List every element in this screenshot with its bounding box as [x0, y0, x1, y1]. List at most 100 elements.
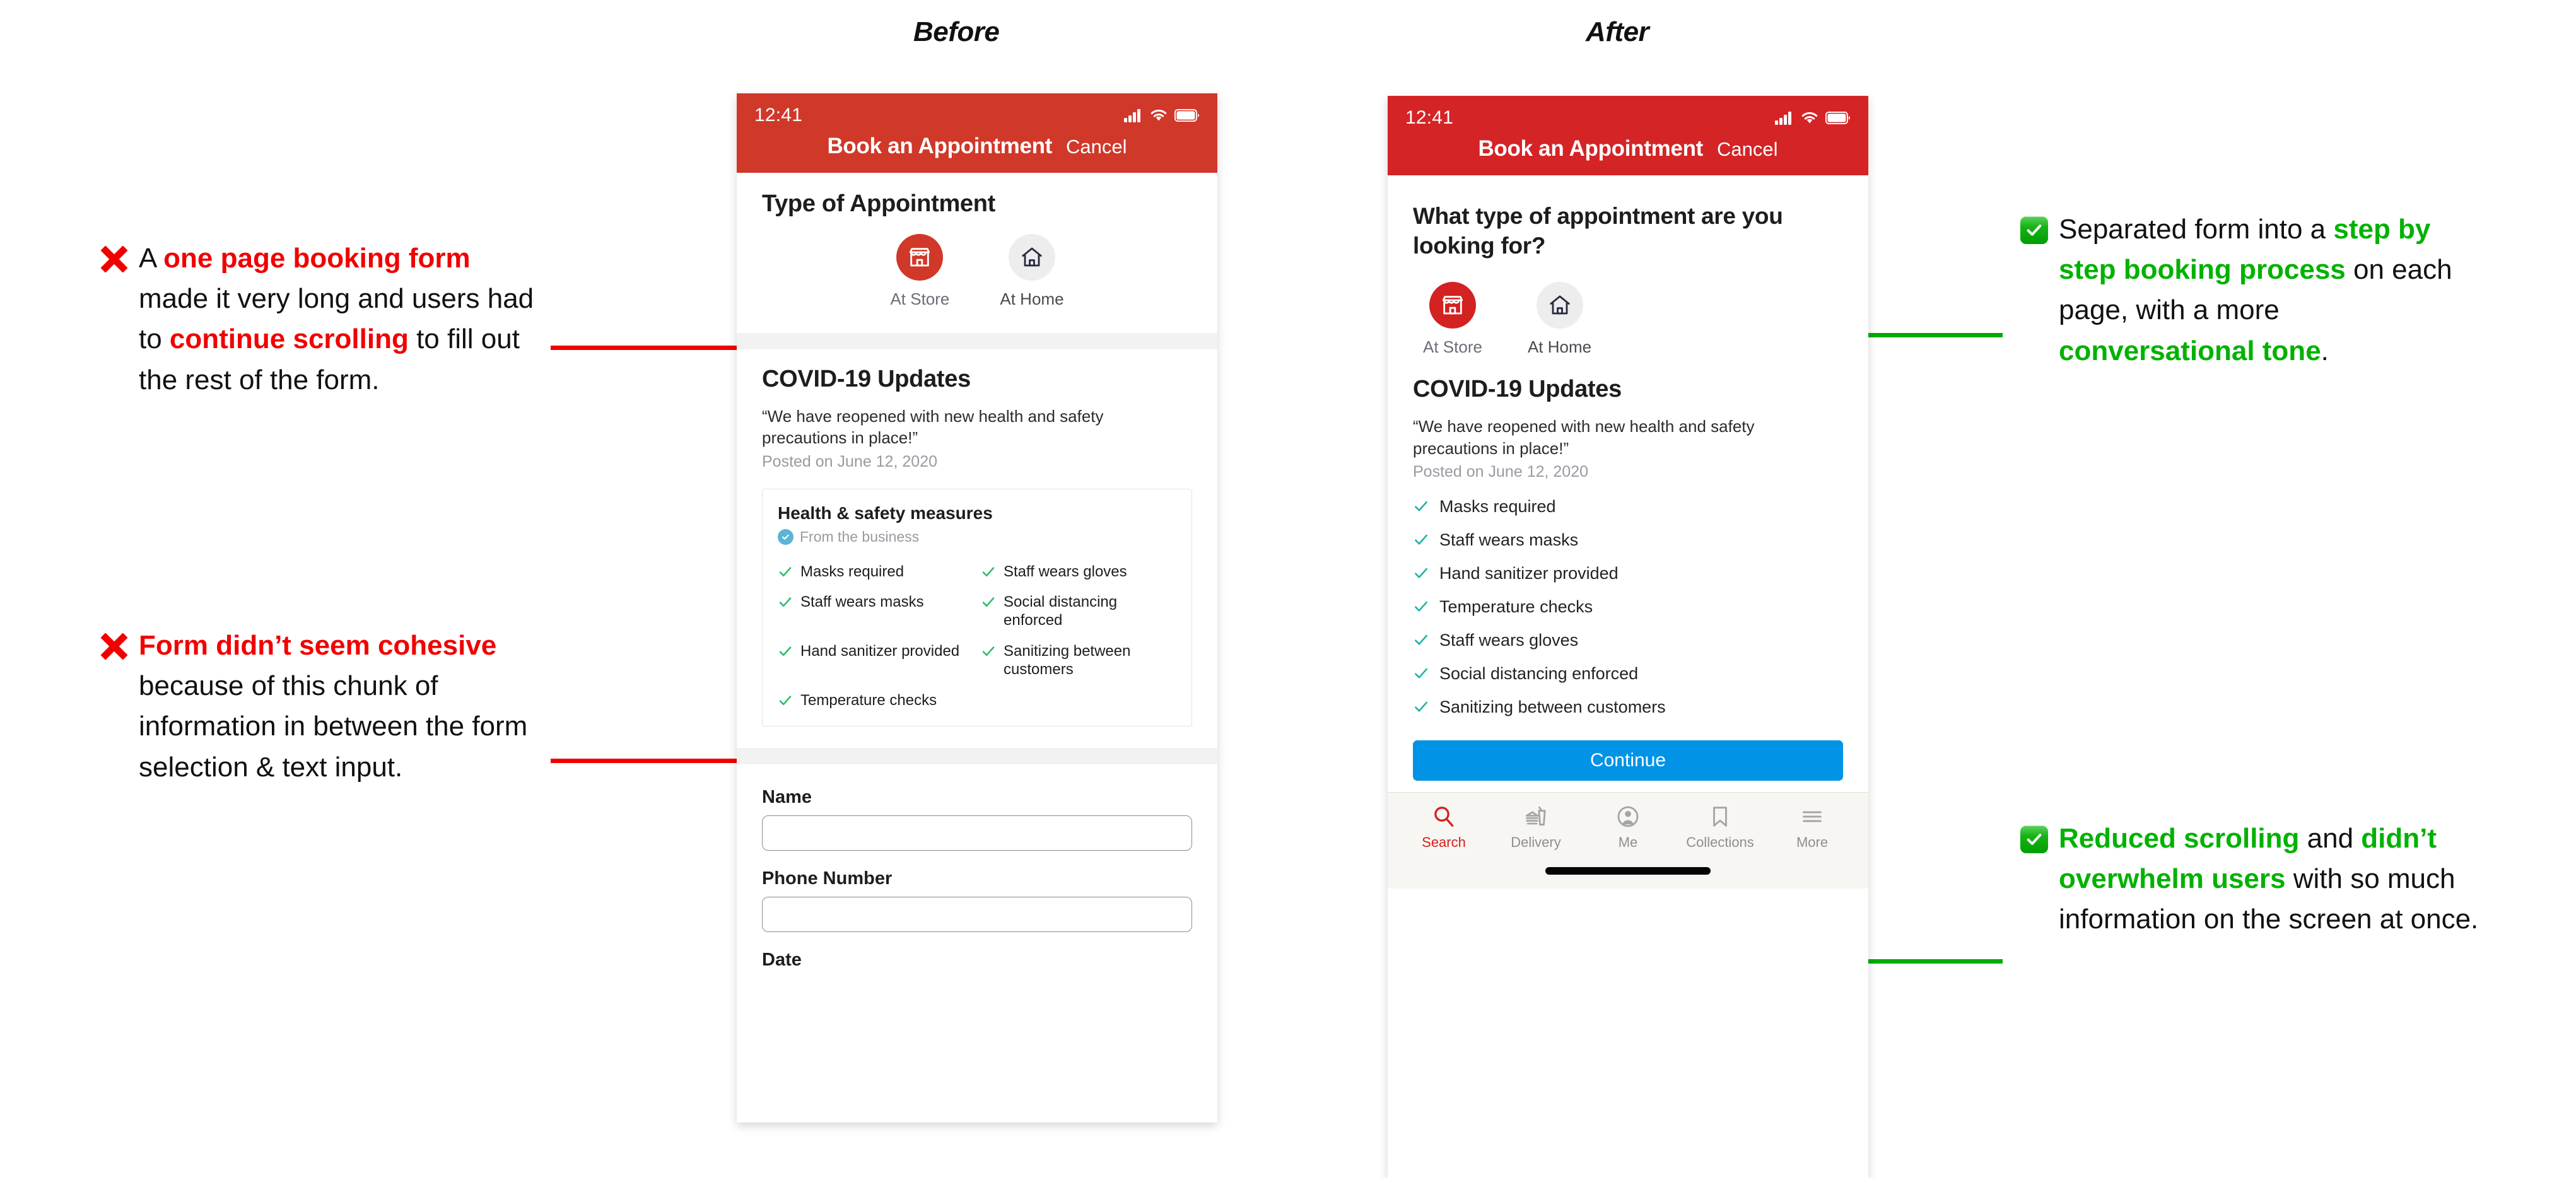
check-icon: [1413, 498, 1429, 515]
health-safety-item-label: Staff wears masks: [800, 593, 924, 611]
list-item: Temperature checks: [1413, 590, 1843, 624]
health-safety-item: Staff wears gloves: [981, 563, 1176, 581]
annotation-left-2-text: Form didn’t seem cohesive because of thi…: [139, 630, 528, 783]
list-item: Hand sanitizer provided: [1413, 557, 1843, 590]
check-icon: [778, 564, 793, 580]
before-covid-posted: Posted on June 12, 2020: [762, 452, 938, 470]
before-type-section: Type of Appointment At Store At Home: [737, 173, 1217, 333]
before-nav-title: Book an Appointment: [827, 134, 1053, 158]
tab-delivery[interactable]: Delivery: [1494, 804, 1578, 851]
battery-icon: [1825, 112, 1851, 124]
list-item: Masks required: [1413, 490, 1843, 523]
before-section-divider-1: [737, 333, 1217, 349]
before-field-phone: Phone Number: [762, 868, 1192, 933]
before-section-divider-2: [737, 748, 1217, 765]
tab-me[interactable]: Me: [1586, 804, 1670, 851]
after-screen: What type of appointment are you looking…: [1388, 175, 1868, 889]
check-icon: [778, 693, 793, 708]
annotation-right-1-text: Separated form into a step by step booki…: [2059, 214, 2452, 366]
after-type-label-at-home: At Home: [1527, 337, 1592, 357]
after-measures-list: Masks required Staff wears masks Hand sa…: [1413, 490, 1843, 724]
after-nav-title: Book an Appointment: [1478, 136, 1704, 161]
after-tab-bar: Search Delivery Me Collections More: [1388, 791, 1868, 856]
connector-line-left-2: [551, 753, 759, 769]
after-covid-posted: Posted on June 12, 2020: [1413, 462, 1589, 481]
health-safety-card: Health & safety measures From the busine…: [762, 488, 1192, 727]
before-cancel-button[interactable]: Cancel: [1066, 136, 1127, 158]
tab-more[interactable]: More: [1771, 804, 1854, 851]
health-safety-item-label: Staff wears gloves: [1004, 563, 1127, 580]
before-type-options: At Store At Home: [762, 234, 1192, 317]
health-safety-item: Social distancing enforced: [981, 593, 1176, 630]
battery-icon: [1174, 109, 1200, 122]
hamburger-menu-icon: [1800, 804, 1825, 829]
after-covid-quote: “We have reopened with new health and sa…: [1413, 417, 1755, 458]
check-icon: [1413, 699, 1429, 715]
annotation-left-1: A one page booking form made it very lon…: [96, 238, 537, 400]
check-icon: [778, 595, 793, 610]
list-item-label: Masks required: [1439, 496, 1556, 516]
list-item: Staff wears masks: [1413, 523, 1843, 557]
home-indicator: [1388, 855, 1868, 889]
tab-search[interactable]: Search: [1402, 804, 1485, 851]
before-field-label-phone: Phone Number: [762, 868, 893, 889]
annotation-left-2: Form didn’t seem cohesive because of thi…: [96, 626, 537, 788]
green-check-icon: [2016, 821, 2052, 858]
after-phone-mockup: 12:41 Book an Appointment Cancel What ty…: [1388, 96, 1868, 1178]
cellular-signal-icon: [1124, 108, 1143, 122]
tab-collections[interactable]: Collections: [1678, 804, 1762, 851]
check-icon: [1413, 532, 1429, 548]
health-safety-item-label: Temperature checks: [800, 691, 937, 709]
before-status-bar: 12:41: [737, 93, 1217, 130]
connector-line-right-2: [1847, 953, 2003, 969]
annotation-right-2: Reduced scrolling and didn’t overwhelm u…: [2016, 819, 2495, 940]
wifi-icon: [1150, 108, 1168, 122]
comparison-stage: Before After A one page booking form mad…: [0, 0, 2576, 1178]
before-section-heading: Before: [913, 16, 1000, 47]
health-safety-title: Health & safety measures: [778, 503, 993, 523]
health-safety-item: Staff wears masks: [778, 593, 973, 630]
check-icon: [981, 644, 996, 659]
phone-number-input[interactable]: [762, 897, 1192, 933]
before-form-section: Name Phone Number Date: [737, 764, 1217, 971]
list-item-label: Staff wears gloves: [1439, 630, 1579, 650]
continue-button[interactable]: Continue: [1413, 740, 1843, 781]
check-icon: [1413, 632, 1429, 648]
check-icon: [1413, 598, 1429, 615]
annotation-right-1: Separated form into a step by step booki…: [2016, 209, 2483, 371]
after-type-label-at-store: At Store: [1423, 337, 1482, 357]
status-clock: 12:41: [754, 105, 803, 125]
wifi-icon: [1801, 111, 1818, 125]
health-safety-measures-grid: Masks required Staff wears gloves Staff …: [778, 563, 1176, 710]
after-type-option-at-store[interactable]: At Store: [1423, 282, 1482, 357]
list-item-label: Temperature checks: [1439, 597, 1593, 616]
verified-badge-icon: [778, 528, 793, 545]
after-section-heading: After: [1586, 16, 1649, 47]
bookmark-icon: [1707, 804, 1733, 829]
health-safety-item: Temperature checks: [778, 692, 973, 710]
after-question-section: What type of appointment are you looking…: [1388, 175, 1868, 792]
after-covid-section: COVID-19 Updates “We have reopened with …: [1413, 376, 1843, 724]
list-item: Sanitizing between customers: [1413, 691, 1843, 724]
check-icon: [981, 564, 996, 580]
after-type-option-at-home[interactable]: At Home: [1528, 282, 1591, 357]
after-cancel-button[interactable]: Cancel: [1717, 138, 1778, 161]
connector-line-left-1: [551, 340, 759, 356]
red-x-icon: [96, 241, 132, 277]
check-icon: [981, 595, 996, 610]
before-covid-heading: COVID-19 Updates: [762, 366, 971, 392]
home-indicator-bar: [1545, 866, 1711, 875]
list-item: Social distancing enforced: [1413, 657, 1843, 691]
before-type-option-at-store[interactable]: At Store: [890, 234, 949, 309]
name-input[interactable]: [762, 815, 1192, 851]
check-icon: [778, 644, 793, 659]
storefront-icon: [896, 234, 944, 281]
health-safety-source-label: From the business: [800, 528, 920, 545]
green-check-icon: [2016, 212, 2052, 248]
health-safety-item-empty: [981, 692, 1176, 710]
health-safety-source: From the business: [778, 528, 1176, 545]
health-safety-item-label: Masks required: [800, 563, 905, 580]
storefront-icon: [1429, 282, 1476, 329]
before-type-option-at-home[interactable]: At Home: [1000, 234, 1064, 309]
before-type-label-at-store: At Store: [890, 289, 950, 308]
